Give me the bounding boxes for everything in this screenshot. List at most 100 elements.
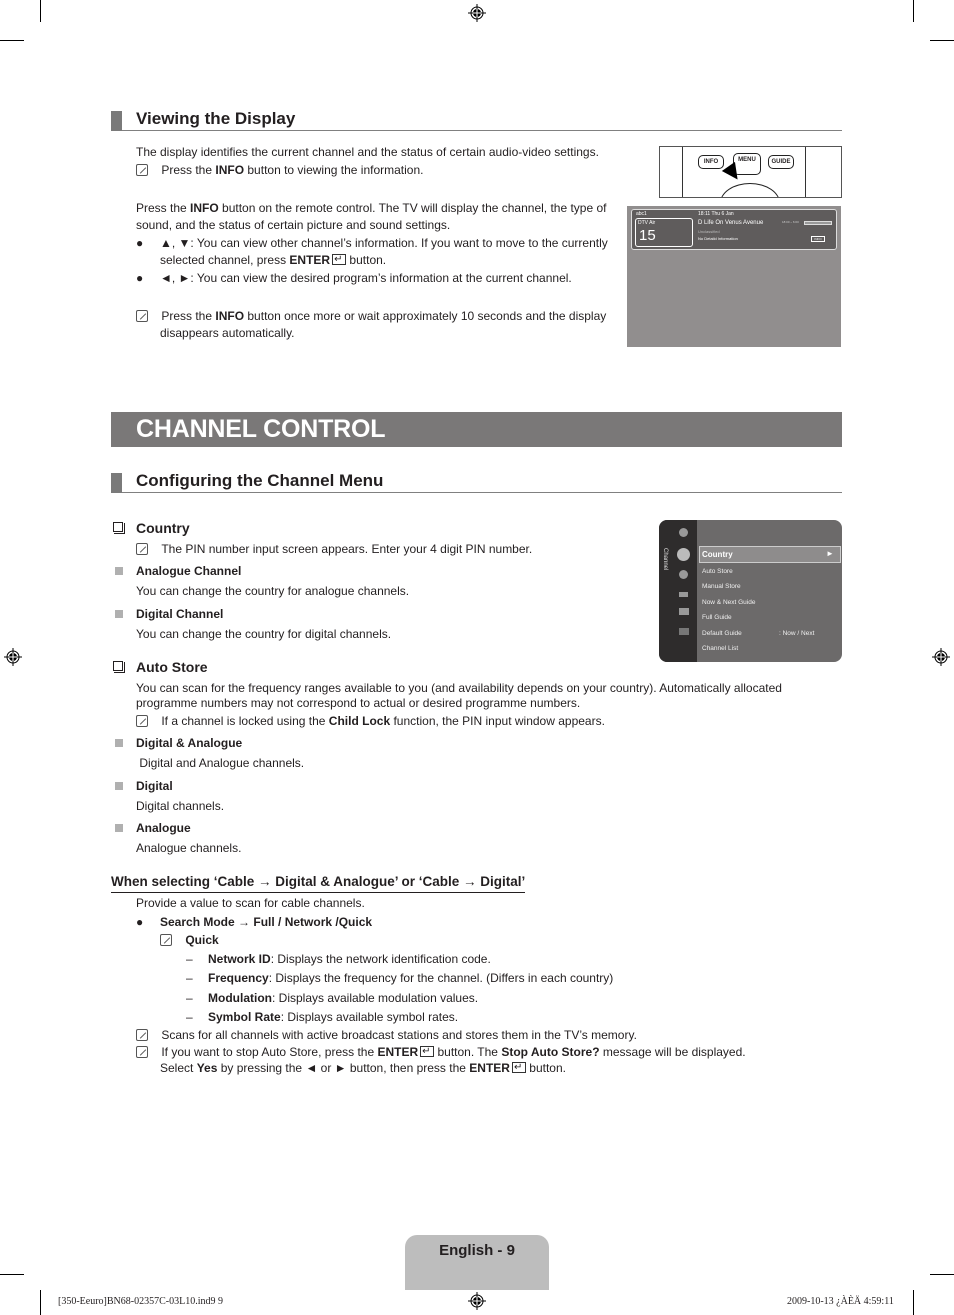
country-note: The PIN number input screen appears. Ent… [136, 541, 532, 557]
note-icon [136, 715, 148, 727]
setup-icon [679, 570, 688, 579]
dash-icon: – [186, 1010, 193, 1024]
genre: Unclassified [698, 229, 720, 234]
country-title: Country [136, 520, 190, 536]
guide-button: GUIDE [768, 155, 794, 169]
info-paragraph-line2: sound, and the status of certain picture… [136, 218, 451, 232]
note-info-button: Press the INFO button to viewing the inf… [136, 162, 423, 178]
registration-mark-icon [4, 648, 22, 666]
auto-store-desc: You can scan for the frequency ranges av… [136, 681, 782, 695]
info-badge: INFO [811, 236, 825, 242]
channel-number: 15 [639, 227, 656, 244]
program-title: D Life On Venus Avenue [698, 220, 764, 226]
digital-channel-desc: You can change the country for digital c… [136, 627, 392, 641]
square-bullet-icon [115, 610, 123, 618]
source-label: DTV Air [638, 220, 656, 226]
channel-box: DTV Air 15 [635, 218, 693, 247]
stop-note: If you want to stop Auto Store, press th… [136, 1044, 746, 1060]
cable-intro: Provide a value to scan for cable channe… [136, 896, 365, 910]
menu-item-manual-store: Manual Store [702, 583, 741, 590]
search-mode: Search Mode → Full / Network /Quick [160, 915, 373, 929]
registration-mark-icon [932, 648, 950, 666]
dash-icon: – [186, 952, 193, 966]
crop-mark [913, 0, 914, 22]
checkbox-icon [113, 661, 125, 673]
page-number-tab: English - 9 [405, 1235, 549, 1290]
digital-desc: Digital channels. [136, 799, 225, 813]
quick-note: Quick [160, 932, 219, 948]
enter-icon [420, 1044, 435, 1060]
tv-info-screen: abc1 DTV Air 15 18:11 Thu 6 Jan D Life O… [627, 206, 841, 347]
note-icon [136, 1029, 148, 1041]
note-icon [136, 1046, 148, 1058]
crop-mark [930, 40, 954, 41]
intro-text: The display identifies the current chann… [136, 145, 599, 159]
dash-item-symbol-rate: Symbol Rate: Displays available symbol r… [208, 1010, 459, 1024]
cable-heading: When selecting ‘Cable → Digital & Analog… [111, 874, 526, 893]
square-bullet-icon [115, 567, 123, 575]
slug-timestamp: 2009-10-13 ¿ÀÈÄ 4:59:11 [787, 1296, 894, 1307]
application-icon [679, 608, 689, 615]
note-icon [160, 934, 172, 946]
section-heading-channel-menu: Configuring the Channel Menu [111, 471, 842, 493]
menu-sidebar: Channel [659, 520, 697, 662]
square-bullet-icon [115, 739, 123, 747]
default-guide-value: : Now / Next [779, 630, 815, 637]
menu-item-label: Country [702, 550, 733, 559]
heading-title: Configuring the Channel Menu [136, 471, 384, 490]
crop-mark [0, 1274, 24, 1275]
info-banner: abc1 DTV Air 15 18:11 Thu 6 Jan D Life O… [631, 209, 837, 250]
crop-mark [40, 0, 41, 22]
scan-note: Scans for all channels with active broad… [136, 1027, 637, 1043]
datetime: 18:11 Thu 6 Jan [698, 211, 734, 217]
digital-title: Digital [136, 779, 173, 793]
input-icon [679, 592, 688, 597]
tv-channel-menu: Channel Country ► Auto Store Manual Stor… [659, 520, 842, 662]
heading-title: Viewing the Display [136, 109, 296, 128]
checkbox-icon [113, 522, 125, 534]
note-icon [136, 310, 148, 322]
channel-icon [677, 548, 690, 561]
note-info-timeout-line2: disappears automatically. [160, 326, 295, 340]
crop-mark [40, 1290, 41, 1315]
analogue-channel-title: Analogue Channel [136, 564, 242, 578]
remote-control-illustration: INFO MENU GUIDE [659, 146, 842, 198]
registration-mark-icon [468, 1292, 486, 1310]
dash-item-frequency: Frequency: Displays the frequency for th… [208, 971, 614, 985]
enter-icon [332, 252, 347, 268]
heading-bar [111, 473, 122, 493]
menu-item-default-guide: Default Guide [702, 630, 742, 637]
remote-note-icon [136, 164, 148, 176]
digital-analogue-title: Digital & Analogue [136, 736, 243, 750]
picture-icon [679, 528, 688, 537]
support-icon [679, 628, 689, 635]
dash-icon: – [186, 991, 193, 1005]
info-paragraph: Press the INFO button on the remote cont… [136, 201, 607, 215]
menu-item-country-selected: Country ► [699, 546, 841, 563]
chapter-title: CHANNEL CONTROL [136, 415, 386, 443]
dash-item-network-id: Network ID: Displays the network identif… [208, 952, 491, 966]
info-button: INFO [698, 155, 724, 169]
chapter-heading: CHANNEL CONTROL [111, 412, 842, 447]
menu-item-full-guide: Full Guide [702, 614, 732, 621]
bullet-up-down-line2: selected channel, press ENTER button. [160, 252, 386, 268]
bullet-icon: ● [136, 236, 144, 250]
note-icon [136, 543, 148, 555]
bullet-up-down: ▲, ▼: You can view other channel’s infor… [160, 236, 608, 250]
bullet-left-right: ◄, ►: You can view the desired program’s… [160, 271, 572, 285]
digital-channel-title: Digital Channel [136, 607, 224, 621]
square-bullet-icon [115, 782, 123, 790]
time-range: 18:00 ~ 6:00 [782, 220, 799, 224]
enter-icon [511, 1060, 526, 1076]
sidebar-label: Channel [662, 548, 668, 571]
heading-bar [111, 111, 122, 131]
note-info-timeout: Press the INFO button once more or wait … [136, 308, 606, 324]
page-number: English - 9 [439, 1242, 515, 1259]
menu-item-auto-store: Auto Store [702, 568, 733, 575]
auto-store-desc-line2: programme numbers may not correspond to … [136, 696, 581, 710]
stop-note-line2: Select Yes by pressing the ◄ or ► button… [160, 1060, 566, 1076]
dash-icon: – [186, 971, 193, 985]
dash-item-modulation: Modulation: Displays available modulatio… [208, 991, 479, 1005]
dpad [720, 183, 780, 197]
details: No Detaild Information [698, 236, 738, 241]
